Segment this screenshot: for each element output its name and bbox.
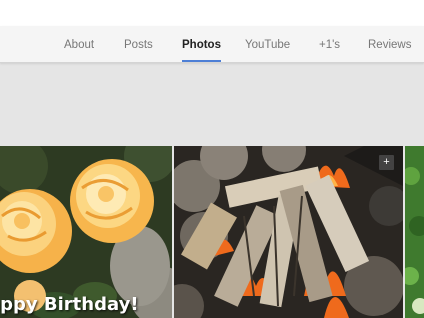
tab-posts[interactable]: Posts [124,26,153,62]
profile-tab-bar: About Posts Photos YouTube +1's Reviews [0,26,424,63]
sparkle-plus-icon[interactable]: + [379,155,394,170]
tab-youtube[interactable]: YouTube [245,26,290,62]
greenery-image [405,146,424,318]
photo-tile-campfire[interactable]: + [174,146,403,318]
photo-caption: appy Birthday! [0,294,139,315]
rose-right [70,159,154,243]
campfire-image [174,146,403,318]
tab-photos[interactable]: Photos [182,26,221,62]
tab-about[interactable]: About [64,26,94,62]
tab-plus-ones[interactable]: +1's [319,26,340,62]
top-bar [0,0,424,26]
photo-tile-birthday-roses[interactable]: appy Birthday! [0,146,172,318]
tab-reviews[interactable]: Reviews [368,26,411,62]
photo-tile-greenery[interactable] [405,146,424,318]
roses-image [0,146,172,318]
